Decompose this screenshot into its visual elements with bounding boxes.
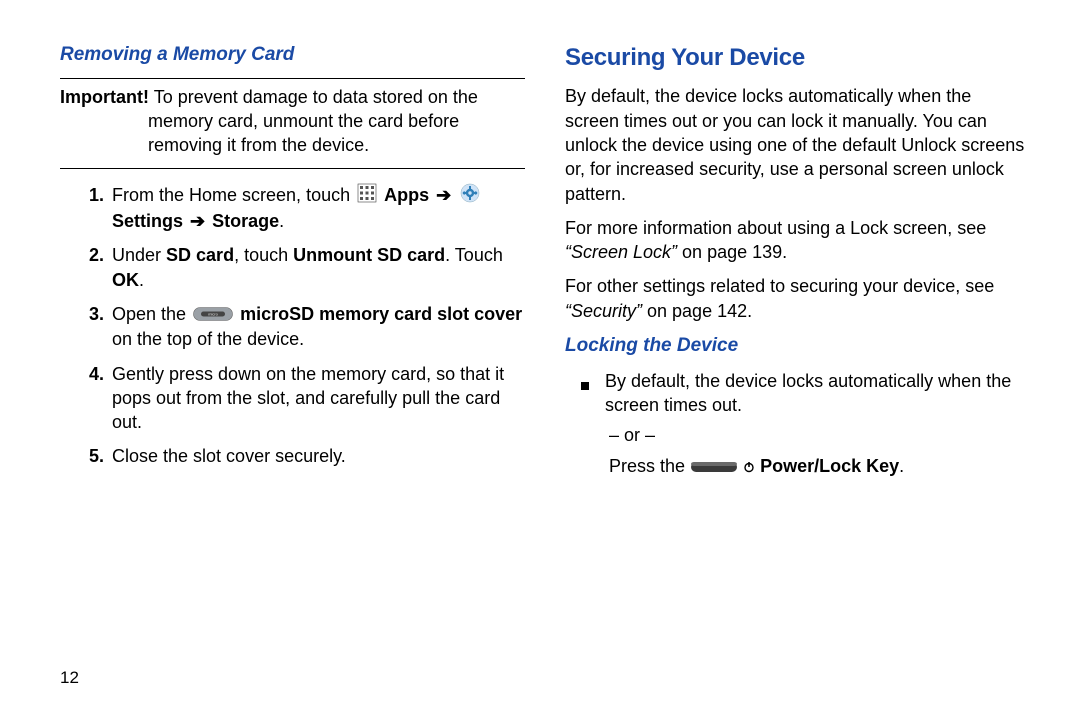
press-b1: Power/Lock Key [760,456,899,476]
heading-securing-device: Securing Your Device [565,42,1030,74]
p2-t1: For more information about using a Lock … [565,218,986,238]
step-2-t1: Under [112,245,166,265]
step-2: 2. Under SD card, touch Unmount SD card.… [60,243,525,292]
power-key-bar-icon [690,456,743,476]
svg-text:micro: micro [208,312,219,317]
press-t1: Press the [609,456,690,476]
step-3-number: 3. [60,302,112,352]
step-4-text: Gently press down on the memory card, so… [112,362,525,435]
p3-t1: For other settings related to securing y… [565,276,994,296]
step-1-number: 1. [60,183,112,234]
square-bullet-icon [565,369,605,418]
step-2-t4: . [139,270,144,290]
locking-bullet-item: By default, the device locks automatical… [565,369,1030,418]
arrow-2: ➔ [190,211,210,231]
settings-icon [460,183,480,209]
p3-t2: on page 142. [642,301,752,321]
step-3-t1: Open the [112,304,191,324]
step-5: 5. Close the slot cover securely. [60,444,525,468]
p3-ref: “Security” [565,301,642,321]
step-1-storage-label: Storage [212,211,279,231]
or-separator: – or – [609,423,1030,447]
step-2-b2: Unmount SD card [293,245,445,265]
page-number: 12 [60,667,79,690]
step-1-apps-label: Apps [384,185,429,205]
press-t2: . [899,456,904,476]
step-2-b3: OK [112,270,139,290]
arrow-1: ➔ [436,185,456,205]
locking-bullet-list: By default, the device locks automatical… [565,369,1030,418]
step-2-b1: SD card [166,245,234,265]
step-4: 4. Gently press down on the memory card,… [60,362,525,435]
press-power-line: Press the Power/Lock Key. [609,454,1030,478]
step-2-t3: . Touch [445,245,503,265]
step-2-t2: , touch [234,245,293,265]
apps-icon [357,183,377,209]
step-5-number: 5. [60,444,112,468]
removal-steps-list: 1. From the Home screen, touch [60,183,525,469]
p2-ref: “Screen Lock” [565,242,677,262]
important-label: Important! [60,87,149,107]
step-2-number: 2. [60,243,112,292]
step-5-text: Close the slot cover securely. [112,444,525,468]
important-note-box: Important! To prevent damage to data sto… [60,78,525,169]
heading-removing-memory-card: Removing a Memory Card [60,42,525,68]
heading-locking-device: Locking the Device [565,333,1030,359]
step-3-t2: on the top of the device. [112,329,304,349]
p2-t2: on page 139. [677,242,787,262]
step-1-settings-label: Settings [112,211,183,231]
securing-p1: By default, the device locks automatical… [565,84,1030,205]
step-1-pre: From the Home screen, touch [112,185,355,205]
securing-p2: For more information about using a Lock … [565,216,1030,265]
step-1: 1. From the Home screen, touch [60,183,525,234]
microsd-slot-icon: micro [193,303,233,327]
securing-p3: For other settings related to securing y… [565,274,1030,323]
important-text: To prevent damage to data stored on the … [148,87,478,156]
locking-bullet-text: By default, the device locks automatical… [605,369,1030,418]
step-4-number: 4. [60,362,112,435]
step-1-period: . [279,211,284,231]
step-3: 3. Open the micro microSD memory card sl… [60,302,525,352]
step-3-b1: microSD memory card slot cover [240,304,522,324]
power-symbol-icon [743,456,760,476]
